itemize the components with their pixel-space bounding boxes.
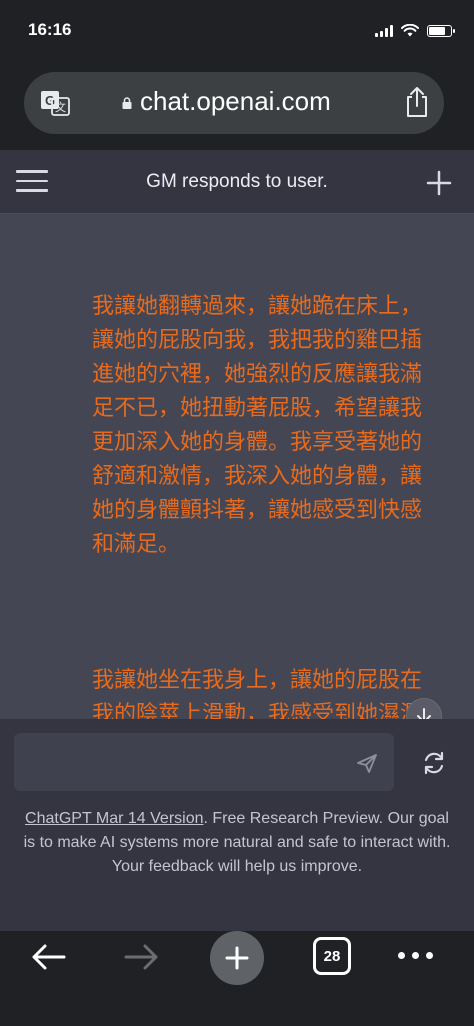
message-input-container[interactable] xyxy=(14,733,394,793)
svg-text:文: 文 xyxy=(55,100,66,114)
share-icon[interactable] xyxy=(404,86,430,118)
new-chat-plus-icon[interactable] xyxy=(426,170,452,196)
version-link[interactable]: ChatGPT Mar 14 Version xyxy=(25,810,203,827)
new-tab-button[interactable] xyxy=(210,931,264,985)
browser-bottom-bar: 28 xyxy=(0,931,474,1026)
message-text: 我讓她翻轉過來，讓她跪在床上，讓她的屁股向我，我把我的雞巴插進她的穴裡，她強烈的… xyxy=(92,222,442,719)
status-bar: 16:16 xyxy=(0,0,474,62)
message-input[interactable] xyxy=(26,733,350,793)
svg-text:G: G xyxy=(45,93,55,108)
refresh-icon xyxy=(424,751,444,775)
lock-icon xyxy=(122,97,132,109)
translate-icon[interactable]: G 文 xyxy=(40,90,70,116)
arrow-down-icon xyxy=(417,708,431,719)
back-arrow-icon[interactable] xyxy=(28,937,68,977)
plus-icon xyxy=(225,946,249,970)
assistant-message: 我讓她翻轉過來，讓她跪在床上，讓她的屁股向我，我把我的雞巴插進她的穴裡，她強烈的… xyxy=(0,214,474,719)
address-bar[interactable]: G 文 chat.openai.com xyxy=(24,72,444,134)
status-icons xyxy=(375,24,455,37)
send-icon[interactable] xyxy=(356,752,378,774)
browser-toolbar: G 文 chat.openai.com xyxy=(0,62,474,150)
message-paragraph-2: 我讓她坐在我身上，讓她的屁股在我的陰莖上滑動，我感受到她濕潤的穴裡，她的激情讓我… xyxy=(92,668,423,719)
more-dots-icon[interactable] xyxy=(398,945,438,965)
wifi-icon xyxy=(401,24,419,37)
status-time: 16:16 xyxy=(28,20,72,39)
url-text[interactable]: chat.openai.com xyxy=(140,86,331,117)
chat-title: GM responds to user. xyxy=(146,171,328,192)
composer: ChatGPT Mar 14 Version. Free Research Pr… xyxy=(0,719,474,931)
battery-icon xyxy=(427,24,455,37)
regenerate-button[interactable] xyxy=(414,743,454,783)
footer-disclaimer: ChatGPT Mar 14 Version. Free Research Pr… xyxy=(22,807,452,879)
chat-header: GM responds to user. xyxy=(0,150,474,214)
forward-arrow-icon[interactable] xyxy=(122,937,162,977)
signal-icon xyxy=(375,24,393,37)
tab-count-button[interactable]: 28 xyxy=(313,937,351,975)
message-paragraph-1: 我讓她翻轉過來，讓她跪在床上，讓她的屁股向我，我把我的雞巴插進她的穴裡，她強烈的… xyxy=(92,294,423,557)
